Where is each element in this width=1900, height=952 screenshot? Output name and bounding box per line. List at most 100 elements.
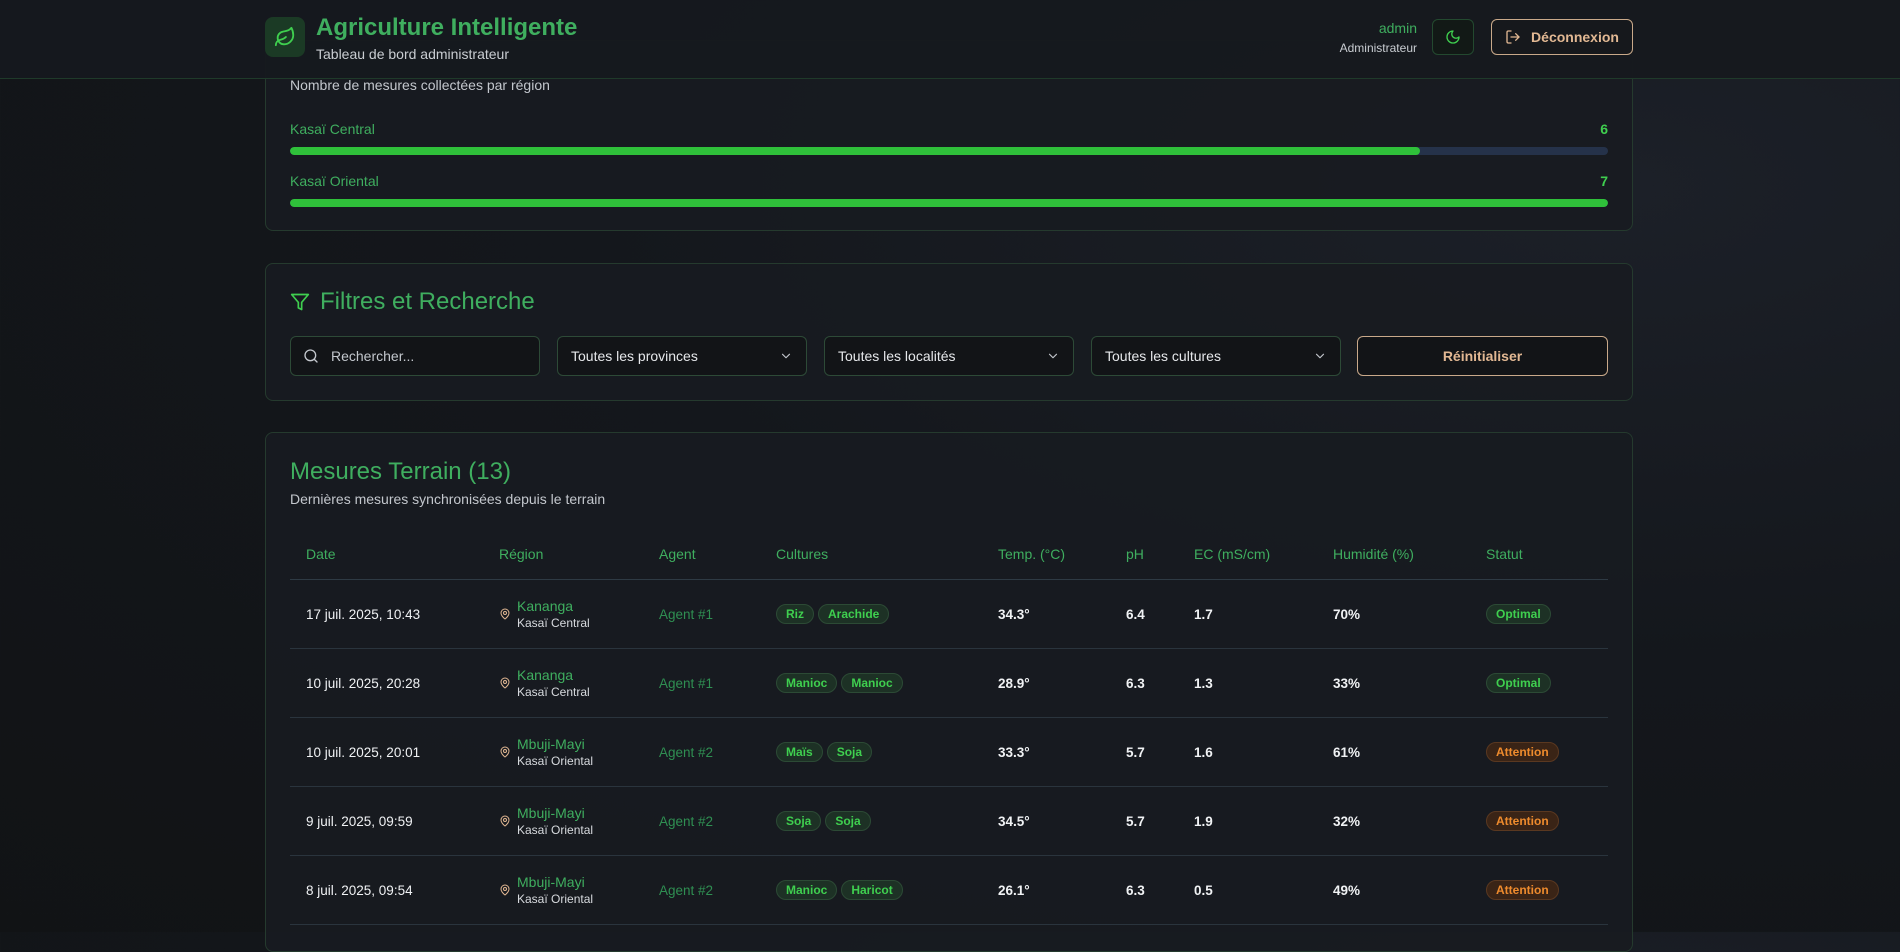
culture-tag: Soja — [776, 811, 822, 831]
table-row[interactable]: 10 juil. 2025, 20:28 Kananga Kasaï Centr… — [290, 648, 1608, 718]
culture-select-value: Toutes les cultures — [1105, 348, 1221, 364]
logout-button[interactable]: Déconnexion — [1491, 19, 1633, 55]
ph-cell: 6.3 — [1110, 648, 1178, 718]
table-row[interactable]: 9 juil. 2025, 09:59 Mbuji-Mayi Kasaï Ori… — [290, 786, 1608, 856]
search-input[interactable] — [329, 347, 523, 365]
province-select[interactable]: Toutes les provinces — [557, 336, 807, 376]
province-select-value: Toutes les provinces — [571, 348, 698, 364]
region-count: 7 — [1600, 173, 1608, 189]
search-field[interactable] — [290, 336, 540, 376]
province-name: Kasaï Central — [517, 616, 590, 630]
province-name: Kasaï Oriental — [517, 823, 594, 837]
measures-table: Date Région Agent Cultures Temp. (°C) pH… — [290, 529, 1608, 925]
culture-tag: Manioc — [776, 673, 838, 693]
region-progress-fill — [290, 199, 1608, 207]
agent-cell: Agent #2 — [643, 855, 760, 925]
logout-icon — [1505, 29, 1521, 45]
cultures-cell: Soja Soja — [760, 786, 982, 856]
ec-cell: 1.7 — [1178, 579, 1317, 649]
column-header[interactable]: Cultures — [760, 529, 982, 580]
status-cell: Attention — [1470, 717, 1608, 787]
culture-tag: Haricot — [841, 880, 903, 900]
filters-title: Filtres et Recherche — [290, 288, 535, 316]
column-header[interactable]: Statut — [1470, 529, 1608, 580]
culture-tag: Soja — [826, 742, 873, 762]
cultures-cell: Manioc Manioc — [760, 648, 982, 718]
map-pin-icon — [499, 746, 511, 758]
column-header[interactable]: Région — [483, 529, 643, 580]
status-badge: Optimal — [1486, 604, 1551, 624]
map-pin-icon — [499, 815, 511, 827]
region-label: Kasaï Oriental — [290, 173, 379, 189]
app-title: Agriculture Intelligente — [316, 14, 578, 41]
agent-cell: Agent #2 — [643, 717, 760, 787]
culture-tag: Manioc — [776, 880, 838, 900]
date-cell: 10 juil. 2025, 20:28 — [290, 648, 483, 718]
column-header[interactable]: Agent — [643, 529, 760, 580]
status-badge: Optimal — [1486, 673, 1551, 693]
region-progress-bar — [290, 199, 1608, 207]
table-header-row: Date Région Agent Cultures Temp. (°C) pH… — [290, 529, 1608, 580]
status-cell: Attention — [1470, 786, 1608, 856]
moon-icon — [1445, 29, 1461, 45]
province-name: Kasaï Oriental — [517, 754, 594, 768]
status-badge: Attention — [1486, 811, 1559, 831]
locality-name: Mbuji-Mayi — [517, 736, 585, 752]
humidity-cell: 33% — [1317, 648, 1470, 718]
ec-cell: 1.6 — [1178, 717, 1317, 787]
app-subtitle: Tableau de bord administrateur — [316, 46, 510, 62]
measures-title: Mesures Terrain (13) — [290, 458, 511, 485]
table-row[interactable]: 17 juil. 2025, 10:43 Kananga Kasaï Centr… — [290, 579, 1608, 649]
reset-button[interactable]: Réinitialiser — [1357, 336, 1608, 376]
status-badge: Attention — [1486, 880, 1559, 900]
user-name: admin — [1378, 20, 1417, 36]
region-cell: Mbuji-Mayi Kasaï Oriental — [483, 786, 643, 856]
table-row[interactable]: 8 juil. 2025, 09:54 Mbuji-Mayi Kasaï Ori… — [290, 855, 1608, 925]
chevron-down-icon — [779, 349, 793, 363]
temperature-cell: 34.3° — [982, 579, 1110, 649]
culture-tag: Maïs — [776, 742, 823, 762]
user-role: Administrateur — [1339, 41, 1417, 55]
ec-cell: 1.3 — [1178, 648, 1317, 718]
status-badge: Attention — [1486, 742, 1559, 762]
ph-cell: 6.4 — [1110, 579, 1178, 649]
filters-card: Filtres et Recherche Toutes les province… — [265, 263, 1633, 401]
locality-name: Mbuji-Mayi — [517, 805, 585, 821]
province-name: Kasaï Oriental — [517, 892, 594, 906]
column-header[interactable]: Humidité (%) — [1317, 529, 1470, 580]
leaf-logo-icon — [265, 17, 305, 57]
locality-select[interactable]: Toutes les localités — [824, 336, 1074, 376]
temperature-cell: 26.1° — [982, 855, 1110, 925]
column-header[interactable]: EC (mS/cm) — [1178, 529, 1317, 580]
column-header[interactable]: pH — [1110, 529, 1178, 580]
agent-cell: Agent #2 — [643, 786, 760, 856]
status-cell: Optimal — [1470, 579, 1608, 649]
ph-cell: 6.3 — [1110, 855, 1178, 925]
ec-cell: 1.9 — [1178, 786, 1317, 856]
map-pin-icon — [499, 677, 511, 689]
status-cell: Optimal — [1470, 648, 1608, 718]
cultures-cell: Riz Arachide — [760, 579, 982, 649]
theme-toggle-button[interactable] — [1432, 19, 1474, 55]
chevron-down-icon — [1313, 349, 1327, 363]
region-count: 6 — [1600, 121, 1608, 137]
region-cell: Kananga Kasaï Central — [483, 648, 643, 718]
culture-tag: Riz — [776, 604, 814, 624]
date-cell: 9 juil. 2025, 09:59 — [290, 786, 483, 856]
cultures-cell: Manioc Haricot — [760, 855, 982, 925]
humidity-cell: 70% — [1317, 579, 1470, 649]
agent-cell: Agent #1 — [643, 648, 760, 718]
date-cell: 17 juil. 2025, 10:43 — [290, 579, 483, 649]
measures-description: Dernières mesures synchronisées depuis l… — [290, 491, 606, 507]
humidity-cell: 49% — [1317, 855, 1470, 925]
map-pin-icon — [499, 608, 511, 620]
table-row[interactable]: 10 juil. 2025, 20:01 Mbuji-Mayi Kasaï Or… — [290, 717, 1608, 787]
region-progress-fill — [290, 147, 1420, 155]
column-header[interactable]: Date — [290, 529, 483, 580]
agent-cell: Agent #1 — [643, 579, 760, 649]
culture-tag: Arachide — [818, 604, 890, 624]
column-header[interactable]: Temp. (°C) — [982, 529, 1110, 580]
province-name: Kasaï Central — [517, 685, 590, 699]
culture-select[interactable]: Toutes les cultures — [1091, 336, 1341, 376]
ec-cell: 0.5 — [1178, 855, 1317, 925]
